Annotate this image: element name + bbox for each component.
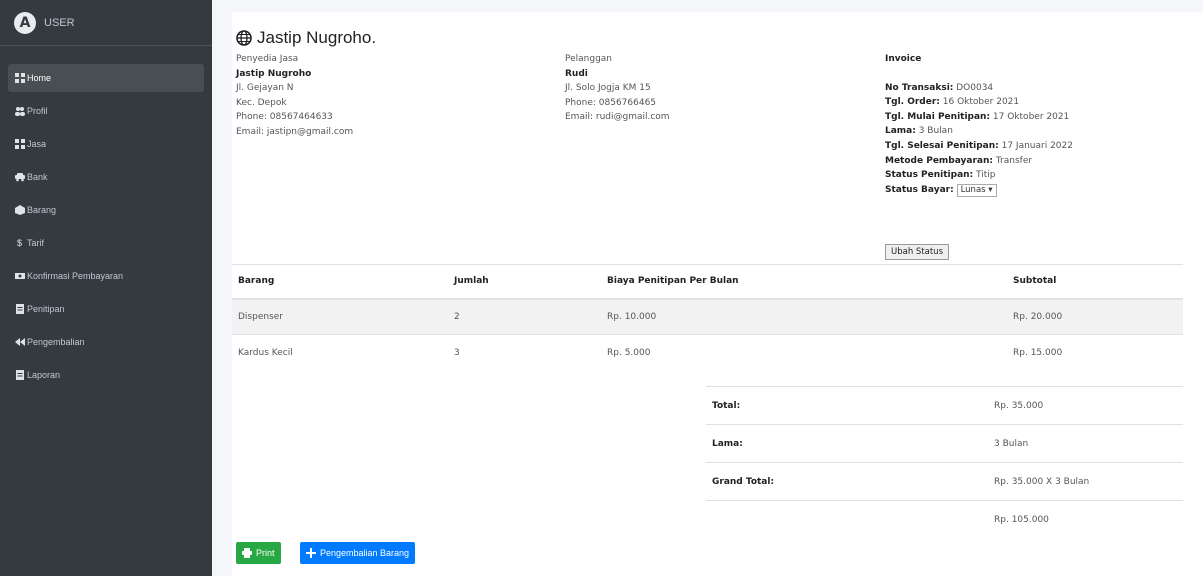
order-date-line: Tgl. Order: 16 Oktober 2021 [885,97,1020,108]
sidebar-item-label: Tarif [27,238,45,248]
sidebar: A USER Home Profil Jasa Bank Barang $ Ta… [0,0,212,576]
grand-total-row: Grand Total: Rp. 35.000 X 3 Bulan [706,462,1183,501]
duration-value: 3 Bulan [988,424,1183,463]
sidebar-item-profil[interactable]: Profil [8,97,204,125]
grid-icon [14,73,25,83]
plus-icon [306,548,316,558]
column-header: Barang [232,264,448,300]
sidebar-brand[interactable]: A USER [0,0,212,46]
table-row: Dispenser 2 Rp. 10.000 Rp. 20.000 [232,298,1183,335]
customer-phone: Phone: 0856766465 [565,97,657,108]
sidebar-item-home[interactable]: Home [8,64,204,92]
seller-district: Kec. Depok [236,97,287,108]
table-cell: 3 [448,334,601,371]
table-cell: Rp. 20.000 [1007,298,1183,335]
sidebar-nav: Home Profil Jasa Bank Barang $ Tarif Kon… [0,46,212,389]
sidebar-item-label: Jasa [27,139,47,149]
seller-info: Penyedia Jasa Jastip Nugroho Jl. Gejayan… [236,52,353,140]
file-icon [14,304,25,314]
sidebar-item-label: Home [27,73,52,83]
transaction-line: No Transaksi: DO0034 [885,82,994,93]
final-total-row: Rp. 105.000 [706,500,1183,539]
final-total-value: Rp. 105.000 [988,500,1183,539]
customer-email: Email: rudi@gmail.com [565,112,670,123]
invoice-heading: Invoice [885,54,922,64]
column-header: Subtotal [1007,264,1183,300]
table-cell: Rp. 10.000 [601,298,1007,335]
page-title: Jastip Nugroho. [236,28,376,48]
seller-address: Jl. Gejayan N [236,83,294,94]
items-table: Barang Jumlah Biaya Penitipan Per Bulan … [232,264,1183,371]
table-cell: Dispenser [232,298,448,335]
sidebar-item-label: Penitipan [27,304,65,314]
users-icon [14,106,25,116]
table-row: Kardus Kecil 3 Rp. 5.000 Rp. 15.000 [232,334,1183,371]
total-label: Total: [706,386,988,425]
seller-phone: Phone: 08567464633 [236,112,333,123]
brand-text: USER [44,16,75,29]
sidebar-item-tarif[interactable]: $ Tarif [8,229,204,257]
table-cell: 2 [448,298,601,335]
print-button[interactable]: Print [236,542,281,564]
customer-info: Pelanggan Rudi Jl. Solo Jogja KM 15 Phon… [565,52,670,125]
end-date-line: Tgl. Selesai Penitipan: 17 Januari 2022 [885,140,1073,151]
column-header: Biaya Penitipan Per Bulan [601,264,1007,300]
customer-heading: Pelanggan [565,54,613,64]
sidebar-item-label: Laporan [27,370,61,380]
dollar-icon: $ [16,238,22,248]
sidebar-item-label: Pengembalian [27,337,85,347]
print-icon [242,548,252,558]
table-cell: Rp. 15.000 [1007,334,1183,371]
table-cell: Rp. 5.000 [601,334,1007,371]
return-items-button[interactable]: Pengembalian Barang [300,542,416,564]
rewind-icon [14,337,25,347]
total-value: Rp. 35.000 [988,386,1183,425]
sidebar-item-penitipan[interactable]: Penitipan [8,295,204,323]
customer-address: Jl. Solo Jogja KM 15 [565,83,651,94]
grid-icon [14,139,25,149]
main-content: Jastip Nugroho. Penyedia Jasa Jastip Nug… [212,0,1203,576]
sidebar-item-laporan[interactable]: Laporan [8,361,204,389]
page-title-text: Jastip Nugroho. [257,28,377,47]
total-row: Total: Rp. 35.000 [706,386,1183,425]
table-header-row: Barang Jumlah Biaya Penitipan Per Bulan … [232,264,1183,300]
box-icon [14,205,25,215]
seller-heading: Penyedia Jasa [236,54,299,64]
return-items-button-label: Pengembalian Barang [320,548,410,558]
storage-status-line: Status Penitipan: Titip [885,170,996,181]
file-icon [14,370,25,380]
payment-method-line: Metode Pembayaran: Transfer [885,155,1033,166]
duration-row: Lama: 3 Bulan [706,424,1183,463]
change-status-button[interactable]: Ubah Status [885,244,950,260]
totals-table: Total: Rp. 35.000 Lama: 3 Bulan Grand To… [706,386,1183,539]
start-date-line: Tgl. Mulai Penitipan: 17 Oktober 2021 [885,111,1070,122]
sidebar-item-pengembalian[interactable]: Pengembalian [8,328,204,356]
car-icon [14,172,25,182]
sidebar-item-barang[interactable]: Barang [8,196,204,224]
customer-name: Rudi [565,68,588,79]
sidebar-item-label: Konfirmasi Pembayaran [27,271,124,281]
column-header: Jumlah [448,264,601,300]
seller-name: Jastip Nugroho [236,68,312,79]
duration-line: Lama: 3 Bulan [885,126,953,137]
print-button-label: Print [256,548,275,558]
brand-logo-icon: A [14,11,36,34]
table-cell: Kardus Kecil [232,334,448,371]
sidebar-item-label: Barang [27,205,57,215]
payment-status-line: Status Bayar: Lunas ▾ [885,183,1073,198]
sidebar-item-jasa[interactable]: Jasa [8,130,204,158]
duration-label: Lama: [706,424,988,463]
final-total-label [706,500,988,539]
sidebar-item-label: Bank [27,172,48,182]
globe-icon [236,30,252,46]
grand-total-label: Grand Total: [706,462,988,501]
sidebar-item-label: Profil [27,106,48,116]
seller-email: Email: jastipn@gmail.com [236,126,354,137]
sidebar-item-bank[interactable]: Bank [8,163,204,191]
payment-status-select[interactable]: Lunas ▾ [956,183,997,197]
grand-total-value: Rp. 35.000 X 3 Bulan [988,462,1183,501]
money-icon [14,271,25,281]
invoice-info: Invoice No Transaksi: DO0034 Tgl. Order:… [885,52,1073,197]
sidebar-item-konfirmasi-pembayaran[interactable]: Konfirmasi Pembayaran [8,262,204,290]
